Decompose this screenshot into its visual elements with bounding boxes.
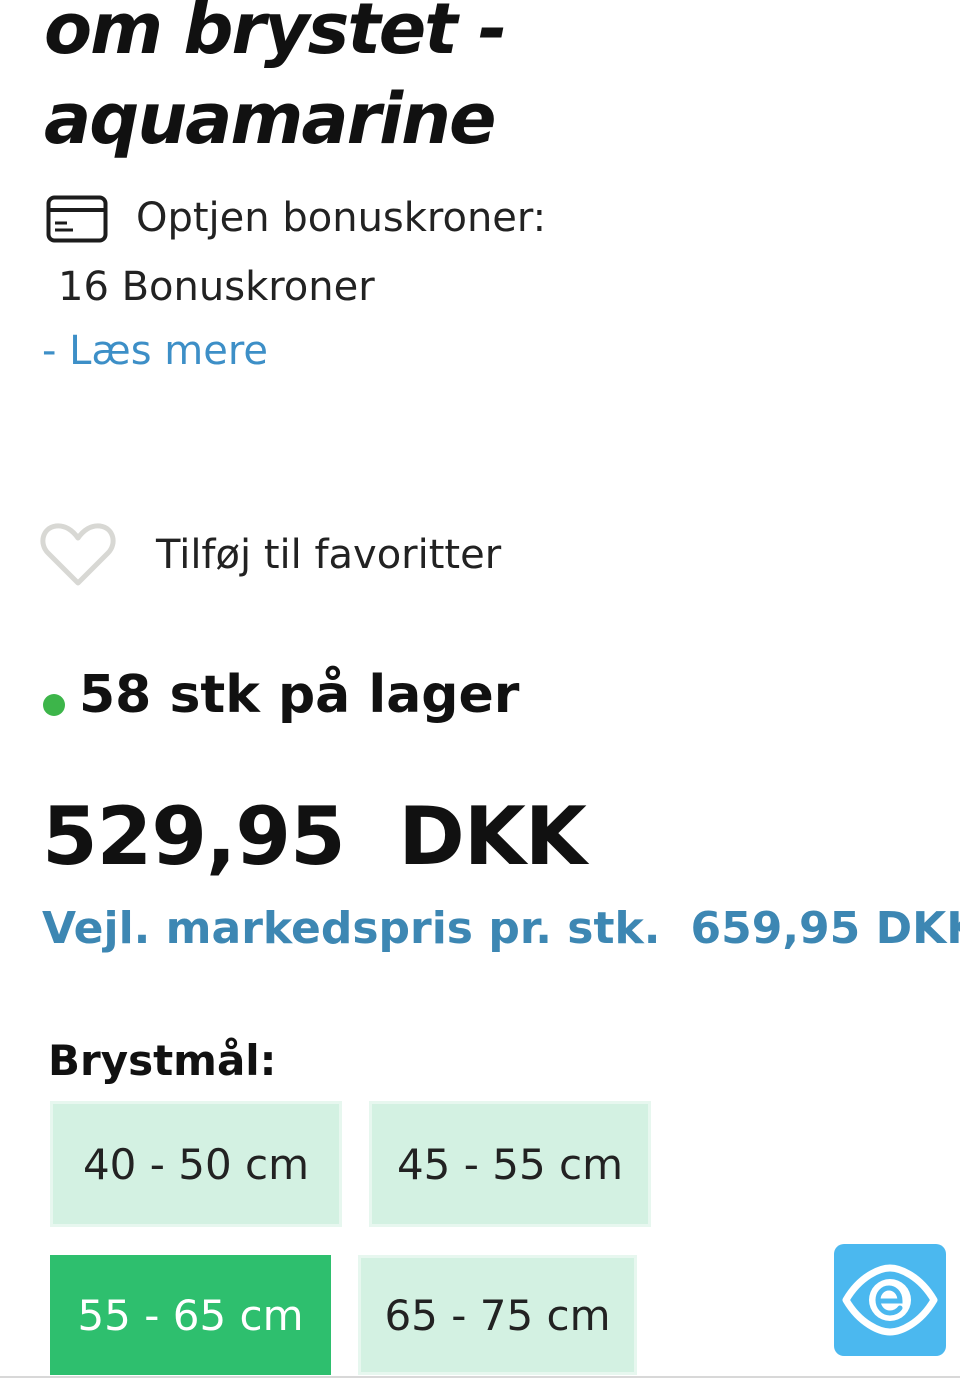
size-option-selected[interactable]: 55 - 65 cm [50, 1255, 331, 1375]
credit-card-icon [46, 195, 108, 243]
market-price-value: 659,95 DKK [690, 903, 960, 954]
accessibility-button[interactable] [834, 1244, 946, 1356]
stock-status-dot [43, 694, 65, 716]
product-title-line-1: om brystet - [44, 0, 507, 70]
size-option[interactable]: 40 - 50 cm [50, 1101, 342, 1227]
size-option[interactable]: 45 - 55 cm [369, 1101, 651, 1227]
bonus-label: Optjen bonuskroner: [136, 195, 547, 241]
size-option[interactable]: 65 - 75 cm [358, 1255, 637, 1375]
stock-status-text: 58 stk på lager [79, 665, 520, 725]
read-more-link[interactable]: - Læs mere [42, 328, 268, 374]
add-to-favorites-button[interactable]: Tilføj til favoritter [156, 532, 501, 578]
product-title-line-2: aquamarine [44, 78, 496, 160]
heart-icon[interactable] [40, 522, 116, 588]
size-label: Brystmål: [48, 1036, 277, 1085]
bottom-divider [0, 1376, 960, 1378]
price: 529,95 DKK [42, 790, 587, 883]
bonus-value: 16 Bonuskroner [58, 264, 375, 310]
market-price-label: Vejl. markedspris pr. stk. [42, 903, 661, 954]
market-price-row: Vejl. markedspris pr. stk. 659,95 DKK [42, 903, 960, 954]
eye-icon [842, 1264, 938, 1336]
